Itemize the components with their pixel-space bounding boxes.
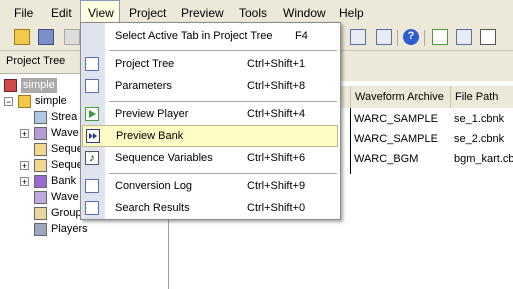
tree-node-label: Wave: [51, 191, 79, 203]
table-cell[interactable]: se_2.cbnk: [450, 128, 504, 150]
log-icon: [85, 179, 99, 193]
expand-icon[interactable]: +: [20, 129, 29, 139]
sequence-icon: [34, 143, 47, 156]
menu-item-sequence-variables[interactable]: ♪ Sequence Variables Ctrl+Shift+6: [81, 147, 340, 169]
project-icon: [4, 79, 17, 92]
save-all-icon[interactable]: [38, 29, 54, 45]
tree-node-label: Seque: [51, 143, 83, 155]
bank-icon[interactable]: [456, 29, 472, 45]
toolbar-separator: [397, 30, 398, 46]
menu-item-label: Parameters: [115, 80, 172, 92]
menu-file[interactable]: File: [7, 0, 40, 26]
toolbar-separator: [424, 30, 425, 46]
group-icon: [34, 207, 47, 220]
play-sound-icon[interactable]: [432, 29, 448, 45]
menu-item-label: Search Results: [115, 202, 190, 214]
menu-edit[interactable]: Edit: [44, 0, 79, 26]
table-cell[interactable]: bgm_kart.cb: [450, 148, 513, 170]
menu-item-conversion-log[interactable]: Conversion Log Ctrl+Shift+9: [81, 175, 340, 197]
help-icon[interactable]: ?: [403, 29, 419, 45]
expand-icon[interactable]: +: [20, 177, 29, 187]
tree-node-label: Strea: [51, 111, 78, 123]
columns-icon[interactable]: [376, 29, 392, 45]
expand-icon[interactable]: +: [20, 161, 29, 171]
menu-item-preview-player[interactable]: Preview Player Ctrl+Shift+4: [81, 103, 340, 125]
table-cell[interactable]: se_1.cbnk: [450, 108, 504, 130]
wave-archive-icon: [34, 191, 47, 204]
tree-node-label: Players: [51, 223, 88, 235]
menu-item-select-active-tab[interactable]: Select Active Tab in Project Tree F4: [81, 25, 340, 47]
note-icon: ♪: [85, 151, 99, 165]
menu-item-search-results[interactable]: Search Results Ctrl+Shift+0: [81, 197, 340, 219]
column-header-waveform-archive[interactable]: Waveform Archive: [350, 86, 451, 108]
panel-title: Project Tree: [6, 55, 66, 67]
menu-item-label: Select Active Tab in Project Tree: [115, 30, 273, 42]
menu-separator: [109, 173, 337, 174]
tree-node-label: Group: [51, 207, 82, 219]
bank-preview-icon: [86, 129, 100, 143]
tree-node-label: Seque: [51, 159, 83, 171]
speaker-icon: [34, 223, 47, 236]
menu-item-shortcut: Ctrl+Shift+8: [247, 80, 306, 92]
column-header-file-path[interactable]: File Path: [450, 86, 513, 108]
tree-node-label: Wave: [51, 127, 79, 139]
menu-item-shortcut: Ctrl+Shift+1: [247, 58, 306, 70]
menu-item-shortcut: Ctrl+Shift+6: [247, 152, 306, 164]
tree-icon: [85, 57, 99, 71]
music-folder-icon: [18, 95, 31, 108]
open-folder-icon[interactable]: [14, 29, 30, 45]
menu-separator: [109, 50, 337, 51]
stream-icon: [34, 111, 47, 124]
cut-icon[interactable]: [64, 29, 80, 45]
bank-icon: [34, 175, 47, 188]
menu-item-label: Preview Bank: [116, 130, 184, 142]
menu-item-shortcut: Ctrl+Shift+4: [247, 108, 306, 120]
menu-separator: [109, 101, 337, 102]
collapse-icon[interactable]: −: [4, 97, 13, 107]
table-cell[interactable]: WARC_BGM: [350, 148, 418, 170]
menu-item-preview-bank[interactable]: Preview Bank: [82, 125, 338, 147]
menu-item-shortcut: F4: [295, 30, 308, 42]
tree-node-label: simple: [21, 78, 57, 93]
play-icon: [85, 107, 99, 121]
tree-node-label: Bank: [51, 175, 77, 187]
menu-item-label: Sequence Variables: [115, 152, 213, 164]
menu-item-parameters[interactable]: Parameters Ctrl+Shift+8: [81, 75, 340, 97]
menu-item-label: Project Tree: [115, 58, 175, 70]
menu-item-label: Preview Player: [115, 108, 189, 120]
table-cell[interactable]: WARC_SAMPLE: [350, 108, 438, 130]
music-note-icon[interactable]: [480, 29, 496, 45]
tree-node-label: simple: [35, 95, 67, 107]
wave-icon: [34, 127, 47, 140]
sequence-set-icon: [34, 159, 47, 172]
view-menu-dropdown: Select Active Tab in Project Tree F4 Pro…: [80, 22, 341, 220]
menu-item-label: Conversion Log: [115, 180, 193, 192]
menu-item-shortcut: Ctrl+Shift+0: [247, 202, 306, 214]
layout-icon[interactable]: [350, 29, 366, 45]
menu-item-project-tree[interactable]: Project Tree Ctrl+Shift+1: [81, 53, 340, 75]
menu-item-shortcut: Ctrl+Shift+9: [247, 180, 306, 192]
parameters-icon: [85, 79, 99, 93]
search-results-icon: [85, 201, 99, 215]
table-cell[interactable]: WARC_SAMPLE: [350, 128, 438, 150]
